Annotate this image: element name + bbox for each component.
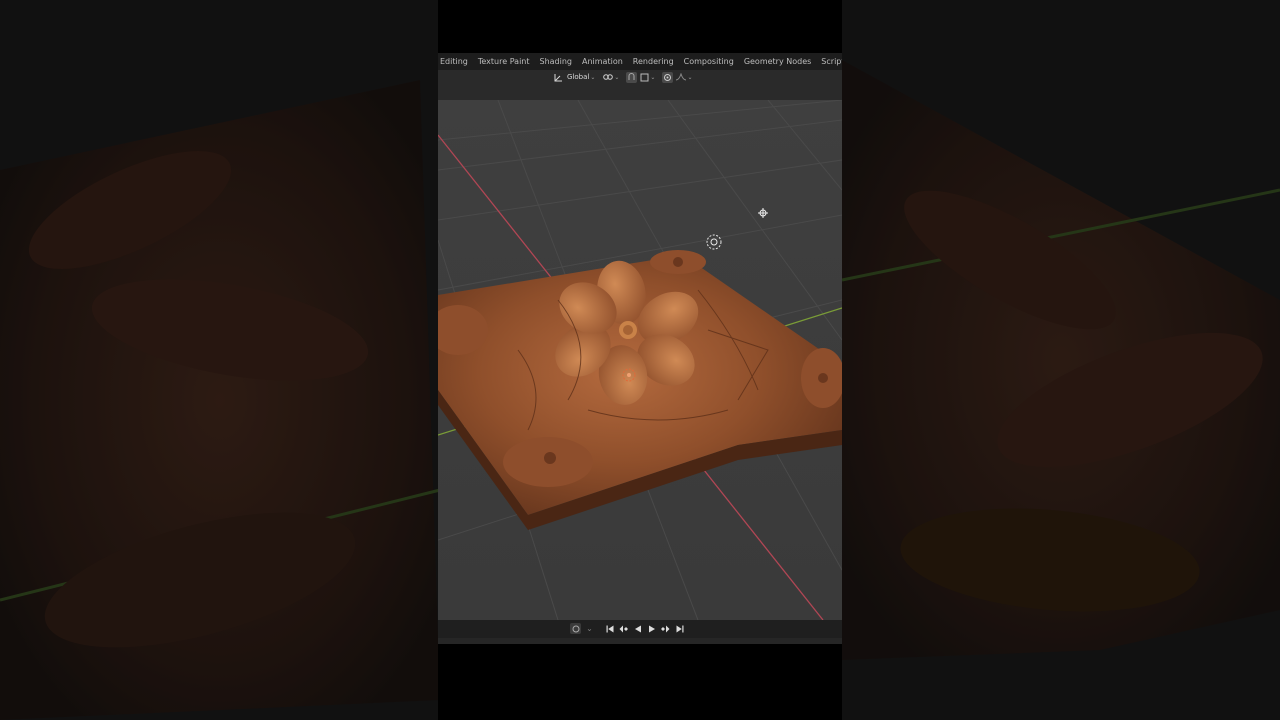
tab-compositing[interactable]: Compositing <box>679 53 739 70</box>
playback-controls: ⌄ <box>570 623 685 634</box>
falloff-icon[interactable]: ⌄ <box>676 72 692 83</box>
play-reverse-icon[interactable] <box>632 623 643 634</box>
tab-texture-paint[interactable]: Texture Paint <box>473 53 535 70</box>
chevron-down-icon: ⌄ <box>687 73 693 81</box>
tab-rendering[interactable]: Rendering <box>628 53 679 70</box>
3d-viewport[interactable] <box>438 100 842 620</box>
transform-orientation-value: Global <box>567 73 590 81</box>
proportional-editing-icon[interactable] <box>662 71 674 83</box>
chevron-down-icon: ⌄ <box>650 73 656 81</box>
transform-orientation-dropdown[interactable]: Global ⌄ <box>567 72 595 83</box>
pivot-link-icon[interactable]: ⌄ <box>603 72 619 83</box>
tab-shading[interactable]: Shading <box>535 53 578 70</box>
top-letterbox <box>438 0 842 53</box>
tab-editing[interactable]: Editing <box>438 53 473 70</box>
timeline-header: ⌄ <box>438 620 842 638</box>
tab-geometry-nodes[interactable]: Geometry Nodes <box>739 53 816 70</box>
viewport-header: Global ⌄ ⌄ ⌄ ⌄ <box>438 70 842 101</box>
tab-animation[interactable]: Animation <box>577 53 628 70</box>
blender-window: Editing Texture Paint Shading Animation … <box>438 0 842 720</box>
next-keyframe-icon[interactable] <box>660 623 671 634</box>
keyframe-record-icon[interactable] <box>570 623 581 634</box>
header-tools: Global ⌄ ⌄ ⌄ ⌄ <box>553 71 692 83</box>
play-icon[interactable] <box>646 623 657 634</box>
jump-start-icon[interactable] <box>604 623 615 634</box>
chevron-down-icon: ⌄ <box>586 624 593 633</box>
snap-icon[interactable] <box>626 71 638 83</box>
snap-target-icon[interactable]: ⌄ <box>640 72 655 83</box>
tab-scripting[interactable]: Scripting <box>816 53 842 70</box>
bottom-letterbox <box>438 644 842 720</box>
chevron-down-icon: ⌄ <box>590 73 596 81</box>
transform-orientation-icon <box>553 72 564 83</box>
chevron-down-icon: ⌄ <box>614 73 620 81</box>
prev-keyframe-icon[interactable] <box>618 623 629 634</box>
workspace-tabs-bar: Editing Texture Paint Shading Animation … <box>438 53 842 70</box>
jump-end-icon[interactable] <box>674 623 685 634</box>
